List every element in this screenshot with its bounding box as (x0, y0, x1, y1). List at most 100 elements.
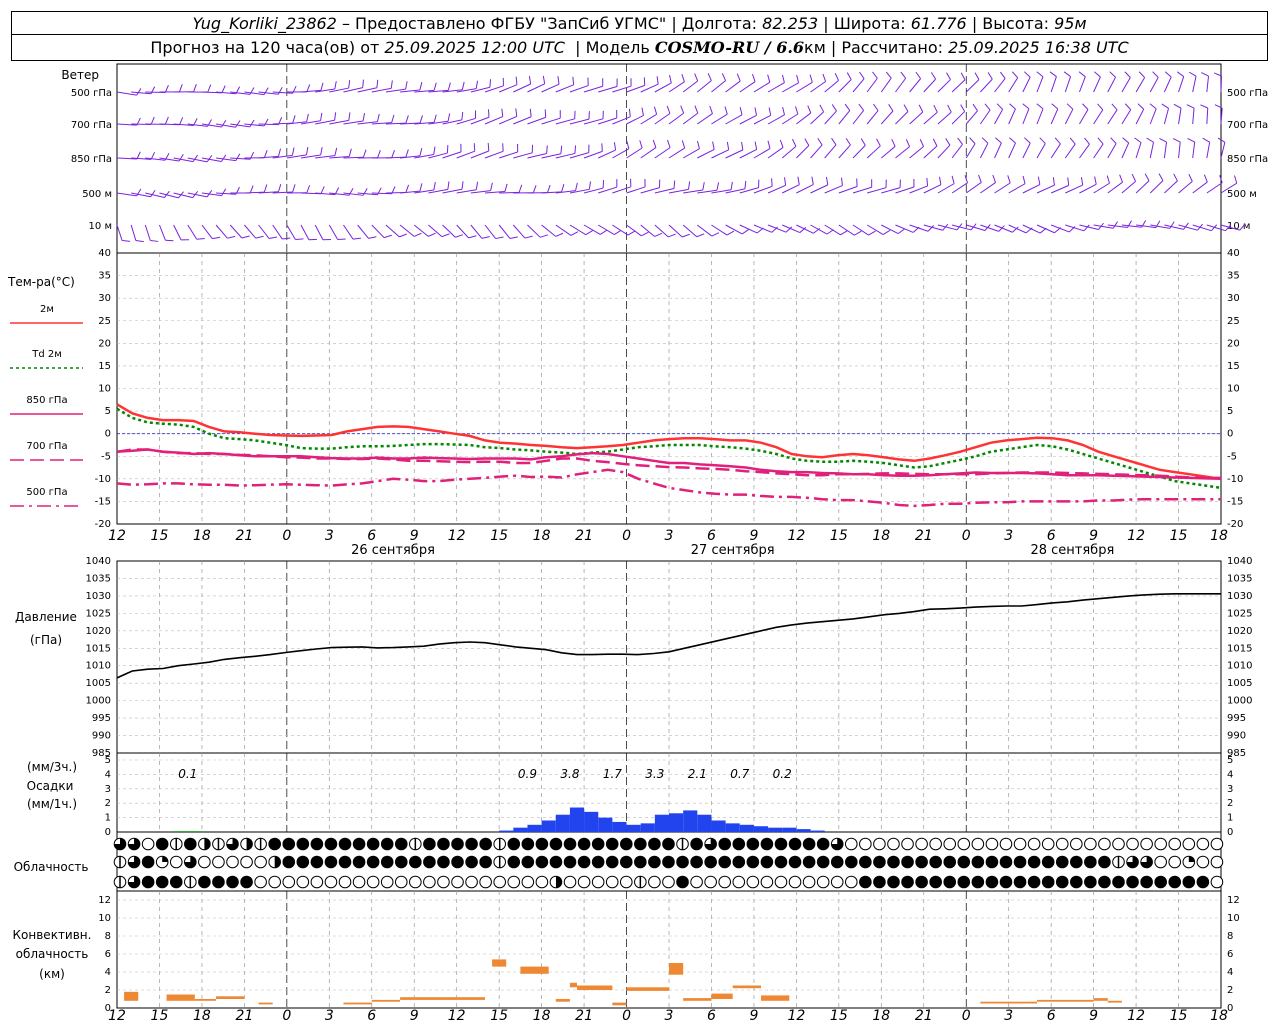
cloud-symbol (929, 875, 942, 889)
cloud-symbol (352, 837, 366, 851)
wind-barb-staff (1079, 109, 1089, 125)
cloud-circle (507, 875, 521, 889)
precip-3h-total: 2.1 (688, 767, 707, 781)
date-label: 26 сентября (351, 543, 435, 558)
wind-level-label-left: 500 м (82, 189, 112, 200)
precip-tick-right: 2 (1227, 798, 1233, 809)
wind-barb-staff (1064, 108, 1074, 125)
wind-barb-feather (960, 104, 966, 112)
cloud-symbol (423, 875, 436, 889)
wind-barb-feather (391, 114, 395, 123)
precip-bar (640, 823, 655, 832)
wind-barb (1201, 72, 1210, 93)
temp-tick-left: -10 (95, 474, 111, 485)
wind-barb (1149, 103, 1157, 125)
wind-barb-feather (221, 188, 227, 196)
wind-barb (880, 104, 894, 125)
wind-barb-feather (269, 236, 278, 240)
wind-barb-staff (498, 115, 517, 125)
conv-cloud-bar (371, 999, 401, 1002)
cloud-symbol (479, 855, 492, 869)
wind-barb (116, 88, 142, 96)
precip-tick-left: 0 (105, 827, 111, 838)
wind-barb-staff (696, 80, 712, 93)
cloud-circle (929, 855, 942, 869)
wind-barb-staff (158, 224, 166, 241)
wind-barb-feather (1036, 103, 1044, 110)
wind-barb (725, 106, 743, 125)
wind-barb-staff (1192, 181, 1208, 194)
time-tick-bottom: 21 (575, 1008, 593, 1024)
cloud-symbol (409, 837, 422, 851)
wind-barb-feather (854, 230, 862, 236)
wind-barb-feather (939, 176, 942, 185)
wind-barb-feather (641, 231, 649, 237)
wind-barb (1093, 137, 1104, 159)
cloud-symbol (676, 875, 689, 889)
cloud-circle (394, 855, 408, 869)
temp-tick-right: 15 (1227, 361, 1240, 372)
wind-barb (555, 224, 579, 236)
cloud-circle (943, 837, 957, 851)
temp-tick-right: 40 (1227, 248, 1240, 259)
wind-barb-feather (696, 140, 700, 149)
cloud-symbol (380, 837, 394, 851)
cloud-symbol (521, 855, 535, 869)
wind-barb-feather (876, 138, 881, 147)
wind-barb (470, 182, 493, 194)
pressure-tick-right: 1020 (1227, 626, 1252, 637)
cloud-circle (577, 855, 591, 869)
wind-barb-staff (413, 224, 429, 237)
wind-barb-feather (405, 81, 408, 90)
wind-barb-staff (1135, 77, 1146, 93)
cloud-half (555, 876, 562, 888)
precip-bar (669, 813, 684, 832)
wind-barb-feather (702, 182, 705, 191)
wind-barb (244, 150, 268, 159)
wind-barb-staff (852, 110, 865, 125)
pressure-tick-right: 1015 (1227, 643, 1252, 654)
wind-barb-feather (150, 189, 156, 198)
wind-barb (838, 72, 852, 93)
wind-barb (598, 179, 618, 194)
wind-barb (131, 116, 155, 125)
wind-barb-feather (641, 107, 644, 116)
wind-barb-staff (597, 224, 615, 235)
wind-barb-feather (461, 111, 464, 120)
cloud-symbol (141, 837, 155, 851)
wind-barb (796, 138, 810, 159)
wind-barb-feather (687, 181, 691, 190)
wind-barb-feather (599, 229, 608, 235)
wind-barb-feather (897, 228, 905, 235)
wind-barb-feather (1009, 137, 1016, 144)
wind-barb (1065, 224, 1090, 232)
cloud-symbol (451, 855, 464, 869)
conv-cloud-bar (194, 999, 217, 1001)
wind-barb (527, 224, 548, 238)
wind-barb-staff (215, 224, 228, 239)
cloud-circle (985, 855, 999, 869)
cloud-symbol (1055, 855, 1069, 869)
cloud-symbol (338, 837, 352, 851)
precip-tick-left: 1 (105, 813, 111, 824)
wind-barb (654, 180, 676, 194)
cloud-circle (746, 855, 760, 869)
wind-barb-feather (574, 145, 577, 154)
wind-barb (1008, 71, 1019, 93)
precip-3h-total: 0.1 (178, 767, 197, 781)
time-tick-top: 15 (830, 528, 848, 544)
cloud-symbol (943, 875, 957, 889)
wind-barb-staff (1121, 180, 1136, 194)
wind-barb (173, 84, 197, 93)
cloud-symbol (1041, 875, 1055, 889)
wind-barb (909, 177, 929, 194)
temp-tick-right: -15 (1227, 496, 1243, 507)
cloud-symbol (169, 855, 183, 869)
wind-barb (668, 181, 691, 194)
wind-barb (654, 105, 671, 125)
wind-barb-staff (598, 149, 616, 159)
precip-bar (782, 827, 797, 832)
wind-barb-staff (880, 110, 894, 125)
wind-barb-feather (475, 80, 479, 89)
cloud-circle (718, 837, 732, 851)
